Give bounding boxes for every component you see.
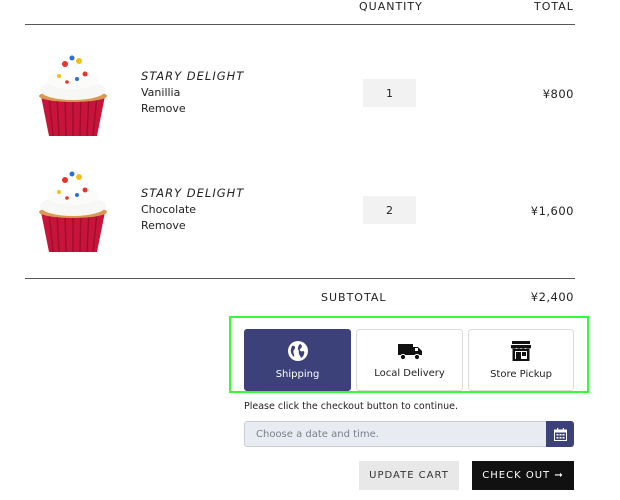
datetime-input[interactable] [244, 421, 546, 447]
item-variant: Vanillia [141, 86, 181, 99]
cupcake-image [39, 171, 107, 253]
remove-link[interactable]: Remove [141, 219, 186, 232]
calendar-button[interactable] [546, 421, 574, 447]
update-cart-button[interactable]: UPDATE CART [359, 461, 459, 490]
remove-link[interactable]: Remove [141, 102, 186, 115]
subtotal-value: ¥2,400 [530, 290, 574, 304]
local-delivery-option[interactable]: Local Delivery [356, 329, 463, 391]
item-variant: Chocolate [141, 203, 197, 216]
globe-icon [287, 341, 308, 361]
header-divider [25, 24, 575, 25]
calendar-icon [553, 427, 567, 441]
checkout-note: Please click the checkout button to cont… [244, 401, 458, 412]
item-total: ¥800 [542, 87, 574, 101]
quantity-column-header: QUANTITY [359, 0, 423, 13]
quantity-input[interactable]: 2 [363, 196, 416, 224]
item-brand: STARY DELIGHT [141, 186, 245, 200]
item-total: ¥1,600 [530, 204, 574, 218]
store-pickup-option[interactable]: Store Pickup [468, 329, 574, 391]
shipping-option[interactable]: Shipping [244, 329, 351, 391]
checkout-button[interactable]: CHECK OUT ➞ [472, 461, 574, 490]
subtotal-label: SUBTOTAL [321, 291, 387, 304]
store-icon [511, 341, 531, 361]
truck-icon [397, 344, 422, 361]
store-pickup-label: Store Pickup [490, 369, 552, 380]
shipping-label: Shipping [275, 369, 320, 380]
items-divider [25, 278, 575, 279]
total-column-header: TOTAL [534, 0, 574, 13]
cupcake-image [39, 55, 107, 137]
item-brand: STARY DELIGHT [141, 69, 245, 83]
local-delivery-label: Local Delivery [374, 368, 445, 379]
quantity-input[interactable]: 1 [363, 79, 416, 107]
